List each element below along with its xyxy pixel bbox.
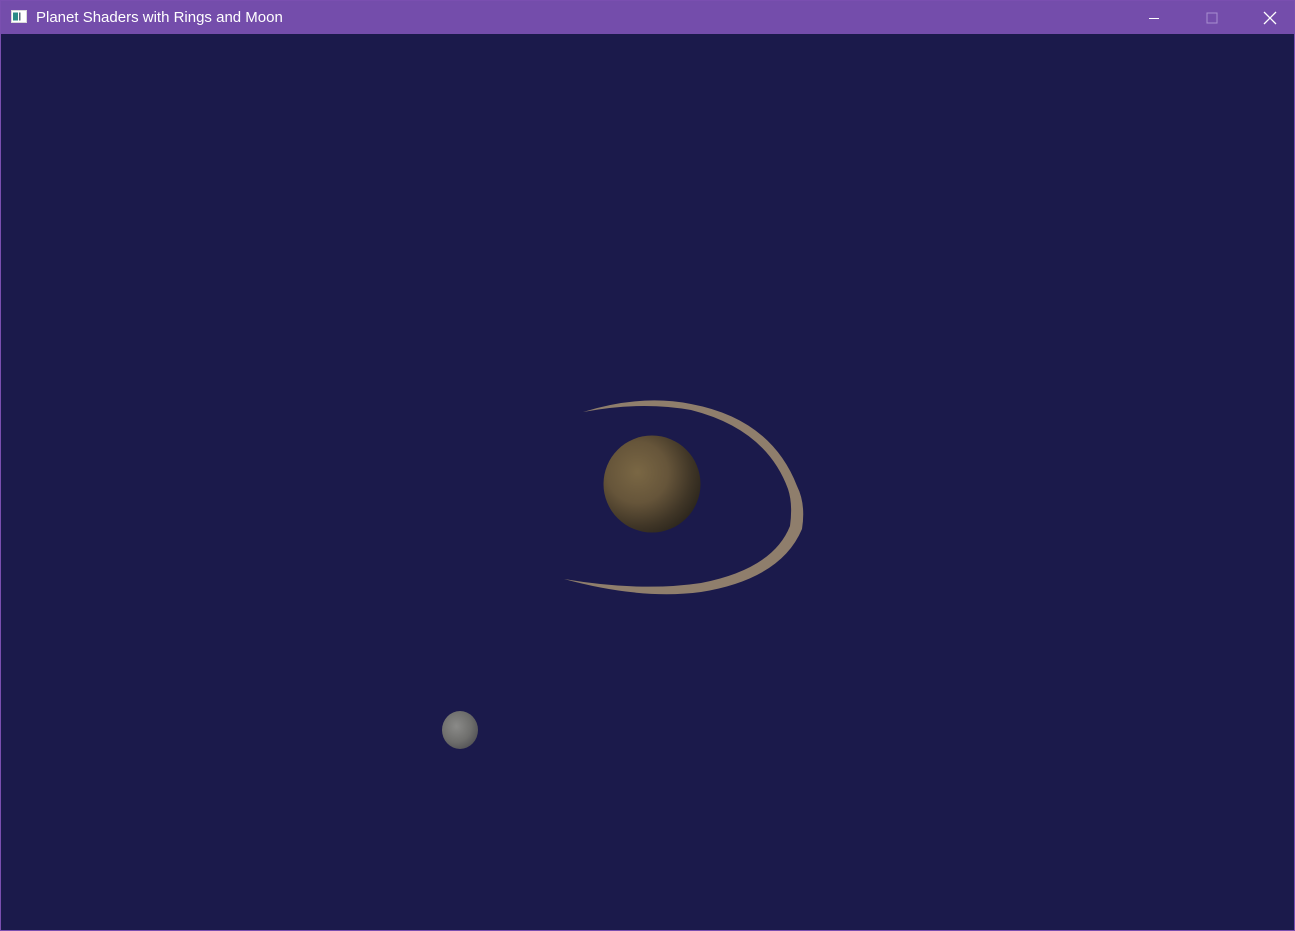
app-icon — [11, 10, 27, 23]
close-icon — [1263, 11, 1277, 24]
maximize-button[interactable] — [1183, 1, 1241, 34]
maximize-icon — [1206, 12, 1218, 23]
title-bar[interactable]: Planet Shaders with Rings and Moon — [1, 1, 1294, 34]
moon — [442, 711, 478, 749]
render-viewport[interactable] — [1, 34, 1294, 930]
planet — [603, 435, 701, 533]
planet-scene — [442, 400, 804, 749]
close-button[interactable] — [1241, 1, 1295, 34]
app-window: Planet Shaders with Rings and Moon — [0, 0, 1295, 931]
minimize-button[interactable] — [1125, 1, 1183, 34]
minimize-icon — [1149, 17, 1159, 19]
window-title: Planet Shaders with Rings and Moon — [36, 9, 283, 26]
